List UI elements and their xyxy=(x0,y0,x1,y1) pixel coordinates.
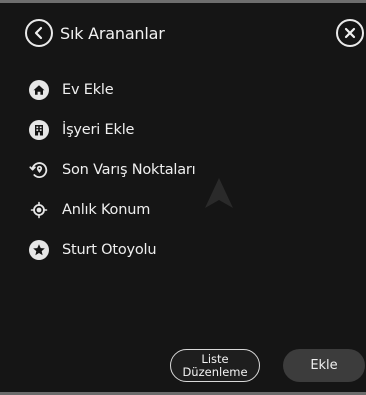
close-icon xyxy=(344,27,356,39)
list-item-label: İşyeri Ekle xyxy=(62,122,135,138)
star-icon xyxy=(28,239,50,261)
edit-list-button[interactable]: Liste Düzenleme xyxy=(170,349,260,382)
chevron-left-icon xyxy=(34,26,43,40)
list-item-current-location[interactable]: Anlık Konum xyxy=(28,190,348,230)
page-title: Sık Arananlar xyxy=(60,23,165,43)
list-item-recent-destinations[interactable]: Son Varış Noktaları xyxy=(28,150,348,190)
close-button[interactable] xyxy=(336,19,364,47)
list-item-label: Ev Ekle xyxy=(62,82,114,98)
favorites-screen: Sık Arananlar Ev Ekle İşyeri Ekle Son Va… xyxy=(0,0,366,395)
add-button-label: Ekle xyxy=(310,358,338,373)
favorites-list: Ev Ekle İşyeri Ekle Son Varış Noktaları … xyxy=(28,70,348,270)
navigation-arrow-icon xyxy=(205,178,233,208)
list-item-label: Son Varış Noktaları xyxy=(62,162,196,178)
add-button[interactable]: Ekle xyxy=(283,349,365,382)
list-item-label: Sturt Otoyolu xyxy=(62,242,157,258)
edit-list-label-line2: Düzenleme xyxy=(182,364,248,379)
list-item-add-work[interactable]: İşyeri Ekle xyxy=(28,110,348,150)
edit-list-label-line1: Liste xyxy=(201,351,229,366)
top-divider xyxy=(0,0,366,3)
current-location-icon xyxy=(28,199,50,221)
building-icon xyxy=(28,119,50,141)
back-button[interactable] xyxy=(25,19,53,47)
home-icon xyxy=(28,79,50,101)
list-item-favorite-sturt[interactable]: Sturt Otoyolu xyxy=(28,230,348,270)
history-location-icon xyxy=(28,159,50,181)
list-item-add-home[interactable]: Ev Ekle xyxy=(28,70,348,110)
list-item-label: Anlık Konum xyxy=(62,202,151,218)
header-bar: Sık Arananlar xyxy=(25,16,365,50)
